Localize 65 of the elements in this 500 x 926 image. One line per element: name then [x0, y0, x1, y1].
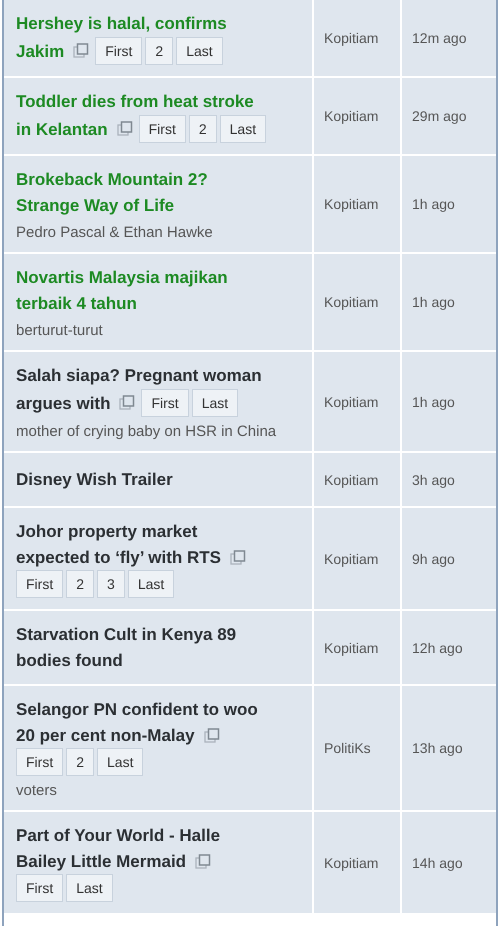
forum-name[interactable]: PolitiKs	[324, 740, 371, 756]
thread-title[interactable]: Novartis Malaysia majikan	[16, 268, 228, 287]
thread-title[interactable]: 20 per cent non-Malay	[16, 723, 195, 748]
thread-title[interactable]: in Kelantan	[16, 116, 108, 142]
thread-title[interactable]: argues with	[16, 390, 110, 416]
forum-name[interactable]: Kopitiam	[324, 550, 378, 566]
page-button[interactable]: First	[16, 570, 64, 598]
post-time: 12m ago	[412, 30, 466, 46]
thread-title[interactable]: expected to ‘fly’ with RTS	[16, 545, 221, 570]
forum-name[interactable]: Kopitiam	[324, 640, 378, 656]
page-button[interactable]: Last	[220, 115, 266, 143]
thread-title[interactable]: Bailey Little Mermaid	[16, 849, 186, 874]
post-time: 13h ago	[412, 740, 463, 756]
thread-title[interactable]: Toddler dies from heat stroke	[16, 92, 254, 111]
thread-subtitle: mother of crying baby on HSR in China	[16, 423, 276, 440]
forum-name[interactable]: Kopitiam	[324, 196, 378, 212]
thread-title[interactable]: Hershey is halal, confirms	[16, 14, 227, 33]
thread-title[interactable]: Brokeback Mountain 2?	[16, 170, 208, 189]
page-button[interactable]: 2	[188, 115, 217, 143]
copy-icon	[119, 395, 136, 411]
post-time: 3h ago	[412, 472, 455, 488]
thread-title[interactable]: Starvation Cult in Kenya 89	[16, 625, 236, 644]
thread-subtitle: voters	[16, 782, 57, 799]
thread-title[interactable]: terbaik 4 tahun	[16, 291, 137, 316]
thread-title[interactable]: Selangor PN confident to woo	[16, 700, 258, 719]
forum-name[interactable]: Kopitiam	[324, 472, 378, 488]
page-button[interactable]: First	[16, 874, 64, 902]
page-button[interactable]: 3	[97, 570, 125, 598]
forum-name[interactable]: Kopitiam	[324, 394, 378, 410]
thread-subtitle: berturut-turut	[16, 322, 103, 339]
forum-name[interactable]: Kopitiam	[324, 854, 378, 870]
page-button[interactable]: Last	[176, 37, 223, 65]
page-button[interactable]: 2	[66, 748, 94, 776]
post-time: 12h ago	[412, 640, 463, 656]
copy-icon	[73, 43, 90, 59]
post-time: 14h ago	[412, 854, 463, 870]
post-time: 1h ago	[412, 196, 455, 212]
thread-title[interactable]: bodies found	[16, 648, 123, 673]
page-button[interactable]: Last	[128, 570, 174, 598]
post-time: 1h ago	[412, 294, 455, 310]
copy-icon	[204, 728, 220, 744]
page-button[interactable]: 2	[145, 37, 174, 65]
thread-title[interactable]: Jakim	[16, 38, 64, 64]
thread-title[interactable]: Part of Your World - Halle	[16, 826, 220, 845]
forum-name[interactable]: Kopitiam	[324, 294, 378, 310]
copy-icon	[230, 550, 246, 566]
thread-title[interactable]: Johor property market	[16, 522, 198, 541]
page-button[interactable]: First	[141, 389, 189, 417]
post-time: 9h ago	[412, 550, 455, 566]
forum-name[interactable]: Kopitiam	[324, 30, 378, 46]
page-button[interactable]: Last	[66, 874, 113, 902]
page-button[interactable]: First	[95, 37, 142, 65]
page-button[interactable]: First	[138, 115, 186, 143]
forum-name[interactable]: Kopitiam	[324, 108, 378, 124]
thread-title[interactable]: Salah siapa? Pregnant woman	[16, 366, 262, 385]
copy-icon	[116, 121, 133, 137]
page-button[interactable]: Last	[97, 748, 144, 776]
post-time: 1h ago	[412, 394, 455, 410]
copy-icon	[195, 854, 212, 870]
page-button[interactable]: First	[16, 748, 64, 776]
thread-title[interactable]: Strange Way of Life	[16, 193, 174, 218]
thread-subtitle: Pedro Pascal & Ethan Hawke	[16, 224, 213, 241]
post-time: 29m ago	[412, 108, 466, 124]
page-button[interactable]: Last	[192, 389, 238, 417]
page-button[interactable]: 2	[66, 570, 94, 598]
